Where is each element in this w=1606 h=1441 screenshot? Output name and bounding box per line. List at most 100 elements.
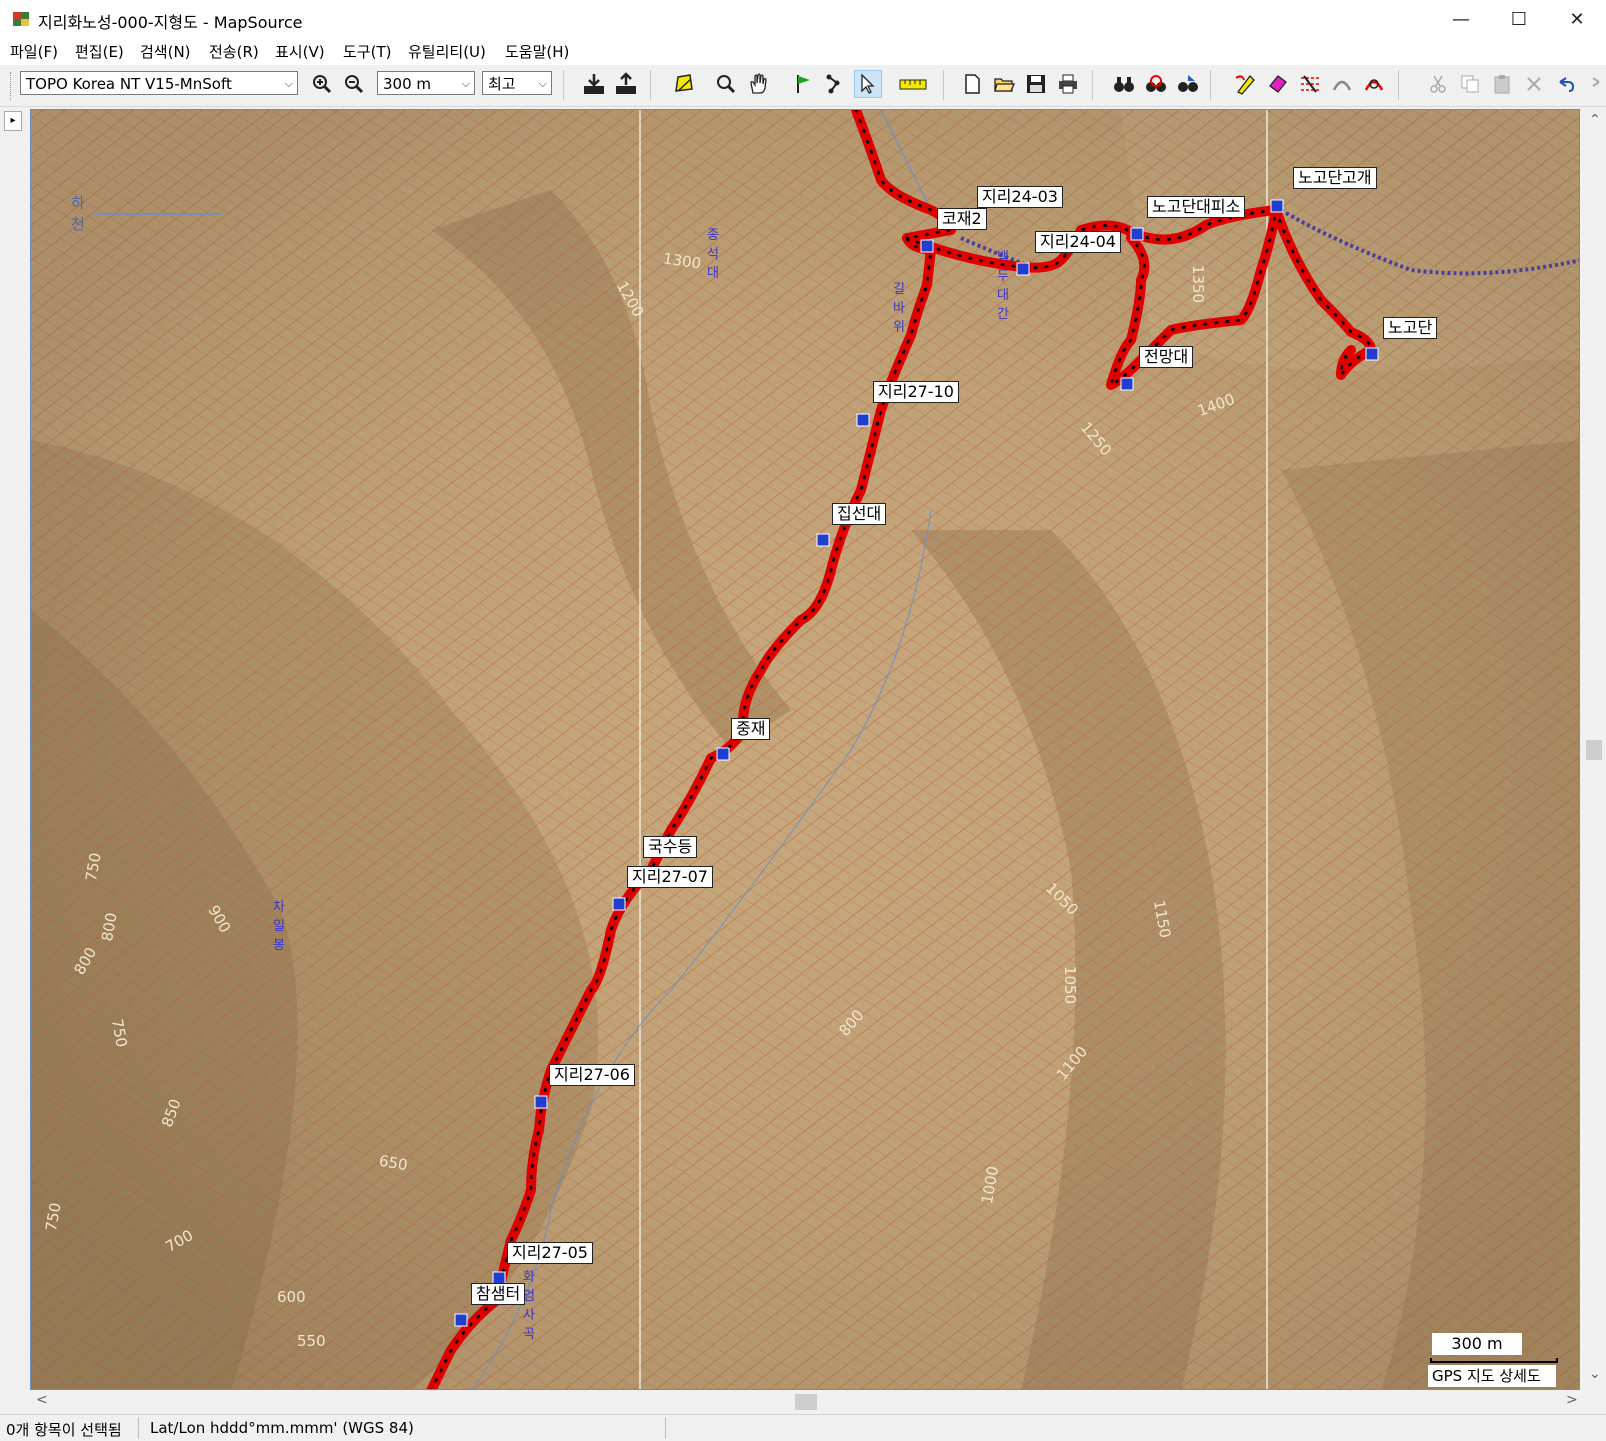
waypoint-label-chamsaemteo[interactable]: 참샘터 [471,1283,526,1305]
place-name: 백두대간 [997,250,1009,322]
horizontal-scrollbar[interactable]: < > [30,1390,1582,1414]
print-button[interactable] [1054,70,1082,98]
zoom-tool-button[interactable] [712,70,740,98]
horizontal-scroll-thumb[interactable] [795,1394,817,1410]
close-button[interactable]: ✕ [1548,0,1606,38]
hand-icon [750,73,767,94]
menu-view[interactable]: 표시(V) [275,41,325,62]
receive-from-device-button[interactable] [580,70,608,98]
track-profile-icon [1364,79,1384,91]
cursor-arrow-icon [861,73,875,94]
selection-tool-button[interactable] [854,70,882,98]
printer-icon [1059,74,1077,94]
menu-search[interactable]: 검색(N) [140,41,191,62]
waypoint-label-jiri27-06[interactable]: 지리27-06 [549,1064,635,1086]
route-tool-button[interactable] [822,70,850,98]
menu-utilities[interactable]: 유틸리티(U) [408,41,486,62]
minimize-button[interactable]: — [1432,0,1490,38]
divide-track-button[interactable] [1296,70,1324,98]
detail-level-select[interactable]: 최고 ⌵ [482,71,552,95]
find-nearest-button[interactable] [1142,70,1170,98]
scroll-up-icon[interactable]: ⌃ [1589,112,1601,128]
waypoint-label-jiri24-04[interactable]: 지리24-04 [1035,231,1121,253]
new-file-button[interactable] [958,70,986,98]
scroll-right-icon[interactable]: > [1566,1392,1578,1408]
route-icon [826,74,840,94]
send-to-device-button[interactable] [612,70,640,98]
delete-button[interactable] [1520,70,1548,98]
join-track-icon [1332,80,1352,91]
waypoint-label-jiri27-07[interactable]: 지리27-07 [627,866,713,888]
waypoint-tool-button[interactable] [790,70,818,98]
maximize-button[interactable]: ☐ [1490,0,1548,38]
toolbar-separator [943,70,944,100]
vertical-scrollbar[interactable]: ⌃ ⌄ [1582,108,1606,1390]
map-view[interactable]: 1300 1200 1350 1400 1250 1050 1150 1050 … [30,109,1580,1390]
zoom-out-button[interactable] [340,70,368,98]
zoom-in-button[interactable] [308,70,336,98]
map-tool-icon [675,74,693,92]
scale-label: 300 m [1432,1333,1522,1355]
toolbar-grip[interactable] [10,72,14,100]
undo-button[interactable] [1552,70,1580,98]
delete-x-icon [1527,77,1541,91]
menu-edit[interactable]: 편집(E) [75,41,124,62]
waypoint-label-nogodan-shelter[interactable]: 노고단대피소 [1147,196,1246,218]
side-panel-strip: ▸ [0,108,25,1408]
cut-button[interactable] [1424,70,1452,98]
redo-button[interactable] [1580,70,1606,98]
open-folder-icon [994,78,1015,92]
toolbar-separator [1092,70,1093,100]
menu-transfer[interactable]: 전송(R) [209,41,259,62]
menu-tools[interactable]: 도구(T) [343,41,391,62]
expand-panel-button[interactable]: ▸ [4,111,22,131]
waypoint-label-guksudeung[interactable]: 국수등 [643,836,698,858]
scissors-track-icon [1301,75,1319,93]
eraser-icon [1269,75,1287,93]
contour-label: 550 [297,1332,326,1350]
waypoint-label-jiri27-05[interactable]: 지리27-05 [507,1242,593,1264]
zoom-in-icon [313,75,332,94]
waypoint-label-kojae2[interactable]: 코재2 [937,208,987,230]
waypoint-label-observatory[interactable]: 전망대 [1139,346,1194,368]
place-name: 길바위 [893,282,905,335]
window-title: 지리화노성-000-지형도 - MapSource [38,13,303,32]
chevron-down-icon: ⌵ [461,77,470,90]
scroll-left-icon[interactable]: < [36,1392,48,1408]
menu-file[interactable]: 파일(F) [10,41,58,62]
waypoint-label-nogodan[interactable]: 노고단 [1383,317,1438,339]
copy-button[interactable] [1456,70,1484,98]
waypoint-label-nogodan-pass[interactable]: 노고단고개 [1293,167,1377,189]
find-address-button[interactable] [1174,70,1202,98]
join-tracks-button[interactable] [1328,70,1356,98]
waypoint-label-jiri24-03[interactable]: 지리24-03 [977,186,1063,208]
scissors-icon [1430,75,1446,93]
pan-tool-button[interactable] [744,70,772,98]
track-tool-button[interactable] [1232,70,1260,98]
waypoint-label-jipseondae[interactable]: 집선대 [832,503,887,525]
zoom-out-icon [345,75,364,94]
erase-tool-button[interactable] [1264,70,1292,98]
distance-tool-button[interactable] [896,70,930,98]
map-product-select[interactable]: TOPO Korea NT V15-MnSoft ⌵ [20,71,298,95]
topo-map[interactable] [31,110,1580,1390]
find-button[interactable] [1110,70,1138,98]
toolbar-separator [1210,70,1211,100]
track-profile-button[interactable] [1360,70,1388,98]
redo-icon [1592,77,1600,87]
menu-help[interactable]: 도움말(H) [505,41,569,62]
mapsource-app-icon[interactable] [12,10,30,28]
floppy-disk-icon [1027,75,1045,93]
map-tool-button[interactable] [670,70,698,98]
paste-button[interactable] [1488,70,1516,98]
open-file-button[interactable] [990,70,1018,98]
zoom-scale-select[interactable]: 300 m ⌵ [377,71,475,95]
scroll-down-icon[interactable]: ⌄ [1589,1366,1601,1382]
title-bar: 지리화노성-000-지형도 - MapSource — ☐ ✕ [0,0,1606,39]
waypoint-label-jungjae[interactable]: 중재 [731,718,771,740]
vertical-scroll-thumb[interactable] [1586,740,1602,760]
selection-status: 0개 항목이 선택됨 [6,1421,122,1439]
waypoint-label-jiri27-10[interactable]: 지리27-10 [873,381,959,403]
place-name: 차일봉 [273,900,285,953]
save-button[interactable] [1022,70,1050,98]
